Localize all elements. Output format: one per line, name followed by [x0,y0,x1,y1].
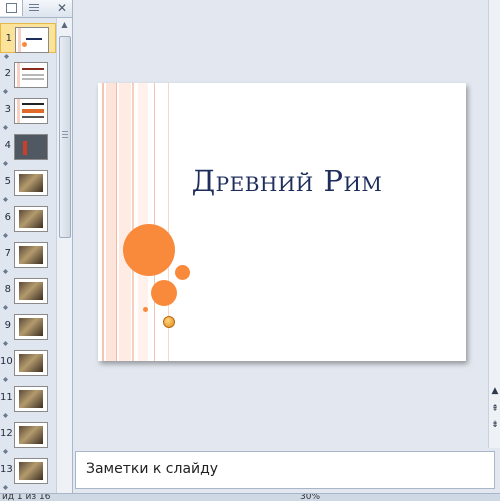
slide-number: 5 [4,176,11,187]
slide-number: 4 [4,140,11,151]
slide-thumbnail[interactable] [14,242,48,268]
slide-thumbnail[interactable] [14,386,48,412]
decor-circle-large [123,224,175,276]
tab-outline[interactable] [23,0,45,16]
slide-number: 2 [4,68,11,79]
slide-thumbnail[interactable] [15,27,49,53]
slide-number: 8 [4,284,11,295]
slide-thumbnail[interactable] [14,350,48,376]
animation-icon [3,367,8,382]
slide-thumbnail-pane: ✕ 1 2 3 4 5 6 7 8 9 10 11 12 13 ▲ [0,0,73,493]
slide-thumbnail-row[interactable]: 2 [0,59,56,94]
slide-thumbnail-row[interactable]: 5 [0,167,56,202]
slide-number: 9 [4,320,11,331]
slide-thumbnail[interactable] [14,170,48,196]
next-slide-icon[interactable]: ⇟ [490,420,500,430]
animation-icon [3,403,8,418]
current-slide[interactable]: Древний Рим [98,83,466,361]
scroll-up-icon[interactable]: ▲ [490,386,500,396]
animation-icon [3,475,8,490]
animation-icon [3,187,8,202]
slide-thumbnail-row[interactable]: 8 [0,275,56,310]
slides-tab-icon [6,3,17,13]
pane-tabs: ✕ [0,0,72,18]
thumbnail-list: 1 2 3 4 5 6 7 8 9 10 11 12 13 [0,18,56,493]
slide-number: 1 [5,33,12,44]
editor-scrollbar[interactable]: ▲ ⇞ ⇟ [488,0,500,448]
animation-icon [3,115,8,130]
animation-icon [4,44,9,59]
slide-number: 10 [0,356,13,367]
slide-number: 13 [0,464,13,475]
sound-icon[interactable] [163,316,175,328]
slide-editor: Древний Рим [73,0,488,448]
thumbnail-scrollbar[interactable]: ▲ [56,18,72,493]
tab-slides[interactable] [0,0,23,16]
animation-icon [3,223,8,238]
slide-thumbnail[interactable] [14,422,48,448]
decor-circle-tiny [143,307,148,312]
outline-tab-icon [29,2,39,11]
slide-thumbnail[interactable] [14,314,48,340]
slide-thumbnail-row[interactable]: 10 [0,347,56,382]
animation-icon [3,151,8,166]
previous-slide-icon[interactable]: ⇞ [490,404,500,414]
decor-circle-medium [151,280,177,306]
slide-thumbnail-row[interactable]: 13 [0,455,56,490]
slide-thumbnail-row[interactable]: 1 [0,23,56,59]
animation-icon [3,439,8,454]
slide-thumbnail-row[interactable]: 4 [0,131,56,166]
animation-icon [3,295,8,310]
slide-thumbnail-row[interactable]: 7 [0,239,56,274]
close-pane-icon[interactable]: ✕ [57,1,67,15]
slide-thumbnail-row[interactable]: 11 [0,383,56,418]
animation-icon [3,259,8,274]
slide-thumbnail[interactable] [14,278,48,304]
scroll-up-icon[interactable]: ▲ [57,18,72,32]
slide-thumbnail-row[interactable]: 3 [0,95,56,130]
animation-icon [3,79,8,94]
slide-thumbnail[interactable] [14,206,48,232]
slide-number: 3 [4,104,11,115]
scroll-thumb[interactable] [59,36,71,238]
slide-number: 7 [4,248,11,259]
notes-pane[interactable]: Заметки к слайду [75,451,495,489]
slide-thumbnail[interactable] [14,98,48,124]
slide-number: 12 [0,428,13,439]
slide-thumbnail-row[interactable]: 9 [0,311,56,346]
slide-number: 11 [0,392,13,403]
decor-circle-small [175,265,190,280]
slide-number: 6 [4,212,11,223]
slide-thumbnail-row[interactable]: 12 [0,419,56,454]
slide-thumbnail[interactable] [14,134,48,160]
animation-icon [3,331,8,346]
slide-thumbnail[interactable] [14,62,48,88]
slide-title[interactable]: Древний Рим [142,164,432,198]
notes-placeholder: Заметки к слайду [86,461,219,477]
slide-thumbnail-row[interactable]: 6 [0,203,56,238]
slide-thumbnail[interactable] [14,458,48,484]
